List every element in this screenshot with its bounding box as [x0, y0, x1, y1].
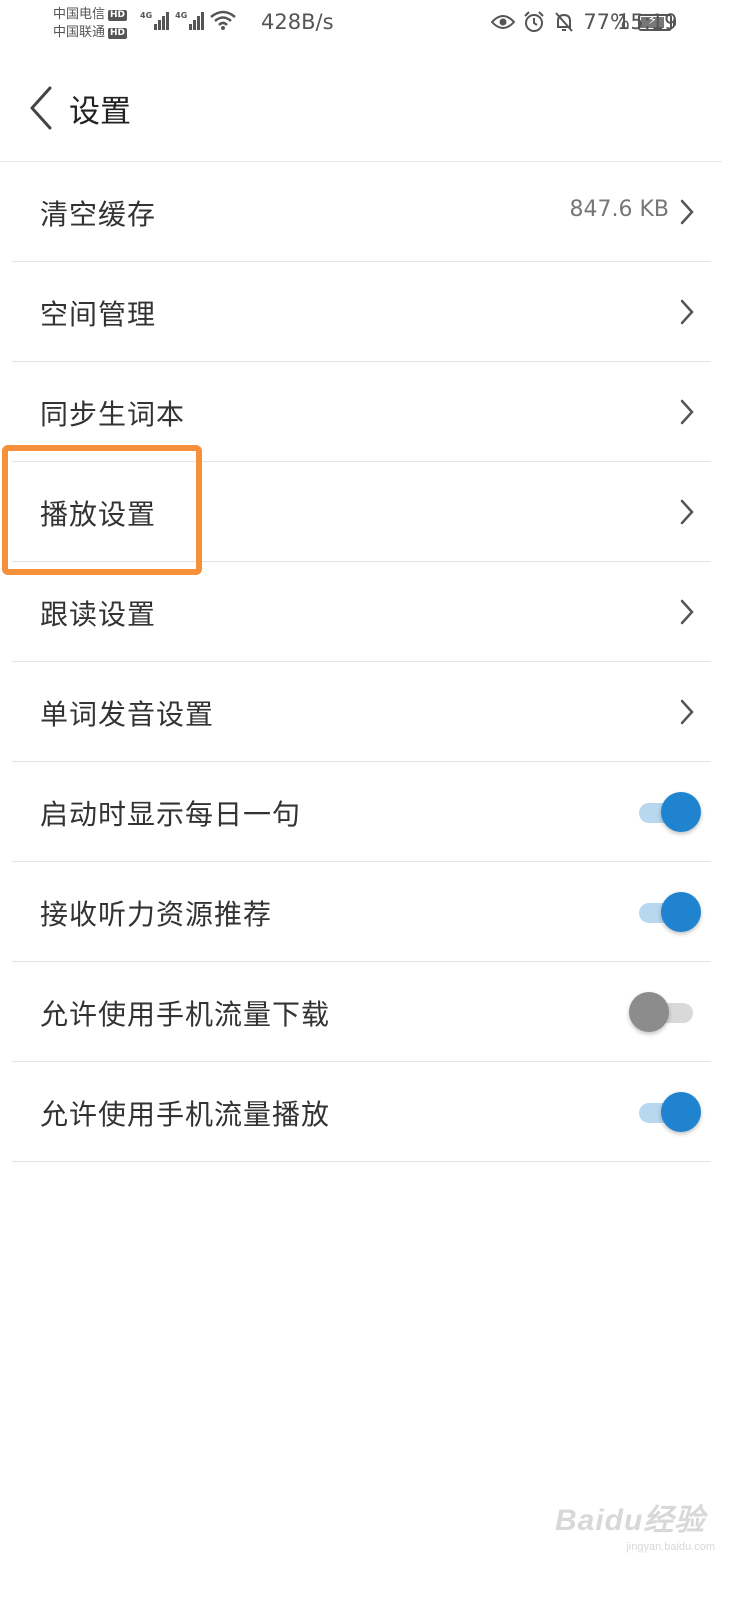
setting-label: 空间管理 [40, 298, 157, 331]
setting-label: 接收听力资源推荐 [40, 898, 273, 931]
clock: 15:19 [617, 10, 678, 34]
network-type-1: 4G [140, 11, 153, 20]
setting-label: 清空缓存 [40, 198, 157, 231]
listening-recommend-toggle[interactable] [635, 892, 701, 932]
setting-daily-sentence: 启动时显示每日一句 [12, 762, 711, 862]
setting-label: 同步生词本 [40, 398, 186, 431]
net-speed: 428B/s [261, 10, 334, 34]
app-header: 设置 [0, 60, 738, 160]
setting-storage-management[interactable]: 空间管理 [12, 262, 711, 362]
mobile-data-playback-toggle[interactable] [635, 1092, 701, 1132]
signal-group: 4G 4G [140, 10, 237, 30]
bell-off-icon [555, 12, 574, 32]
watermark: Baidu经验 jingyan.baidu.com [555, 1495, 715, 1553]
chevron-right-icon [680, 599, 694, 625]
setting-word-pronunciation[interactable]: 单词发音设置 [12, 662, 711, 762]
carrier-info: 中国电信 HD 中国联通 HD [53, 6, 128, 42]
carrier-2: 中国联通 [53, 25, 106, 40]
setting-mobile-data-playback: 允许使用手机流量播放 [12, 1062, 711, 1162]
setting-label: 跟读设置 [40, 598, 157, 631]
settings-list: 清空缓存 847.6 KB 空间管理 同步生词本 播放设置 跟读设置 单词发音设… [12, 162, 711, 1162]
setting-listening-recommend: 接收听力资源推荐 [12, 862, 711, 962]
setting-sync-wordbook[interactable]: 同步生词本 [12, 362, 711, 462]
setting-label: 允许使用手机流量播放 [40, 1098, 331, 1131]
setting-label: 启动时显示每日一句 [40, 798, 302, 831]
chevron-right-icon [680, 399, 694, 425]
setting-label: 单词发音设置 [40, 698, 215, 731]
mobile-data-download-toggle[interactable] [629, 992, 701, 1032]
alarm-icon [524, 11, 545, 32]
status-bar: 中国电信 HD 中国联通 HD 4G 4G 428B/s 77% ⚡ 15:19 [0, 0, 738, 50]
setting-playback[interactable]: 播放设置 [12, 462, 711, 562]
setting-mobile-data-download: 允许使用手机流量下载 [12, 962, 711, 1062]
eye-icon [491, 15, 516, 29]
setting-follow-reading[interactable]: 跟读设置 [12, 562, 711, 662]
chevron-right-icon [680, 199, 694, 225]
hd-badge-1: HD [108, 9, 128, 21]
chevron-right-icon [680, 299, 694, 325]
setting-label: 允许使用手机流量下载 [40, 998, 331, 1031]
chevron-right-icon [680, 499, 694, 525]
hd-badge-2: HD [108, 27, 128, 39]
signal-icon: 4G [175, 11, 205, 30]
daily-sentence-toggle[interactable] [635, 792, 701, 832]
carrier-1: 中国电信 [53, 7, 106, 22]
chevron-left-icon[interactable] [24, 84, 60, 132]
signal-icon: 4G [140, 11, 170, 30]
page-title: 设置 [69, 94, 131, 130]
setting-clear-cache[interactable]: 清空缓存 847.6 KB [12, 162, 711, 262]
wifi-icon [210, 10, 237, 30]
chevron-right-icon [680, 699, 694, 725]
watermark-url: jingyan.baidu.com [626, 1541, 715, 1553]
cache-size: 847.6 KB [569, 197, 670, 222]
setting-label: 播放设置 [40, 498, 157, 531]
network-type-2: 4G [175, 11, 188, 20]
watermark-logo: Baidu经验 [555, 1504, 706, 1537]
